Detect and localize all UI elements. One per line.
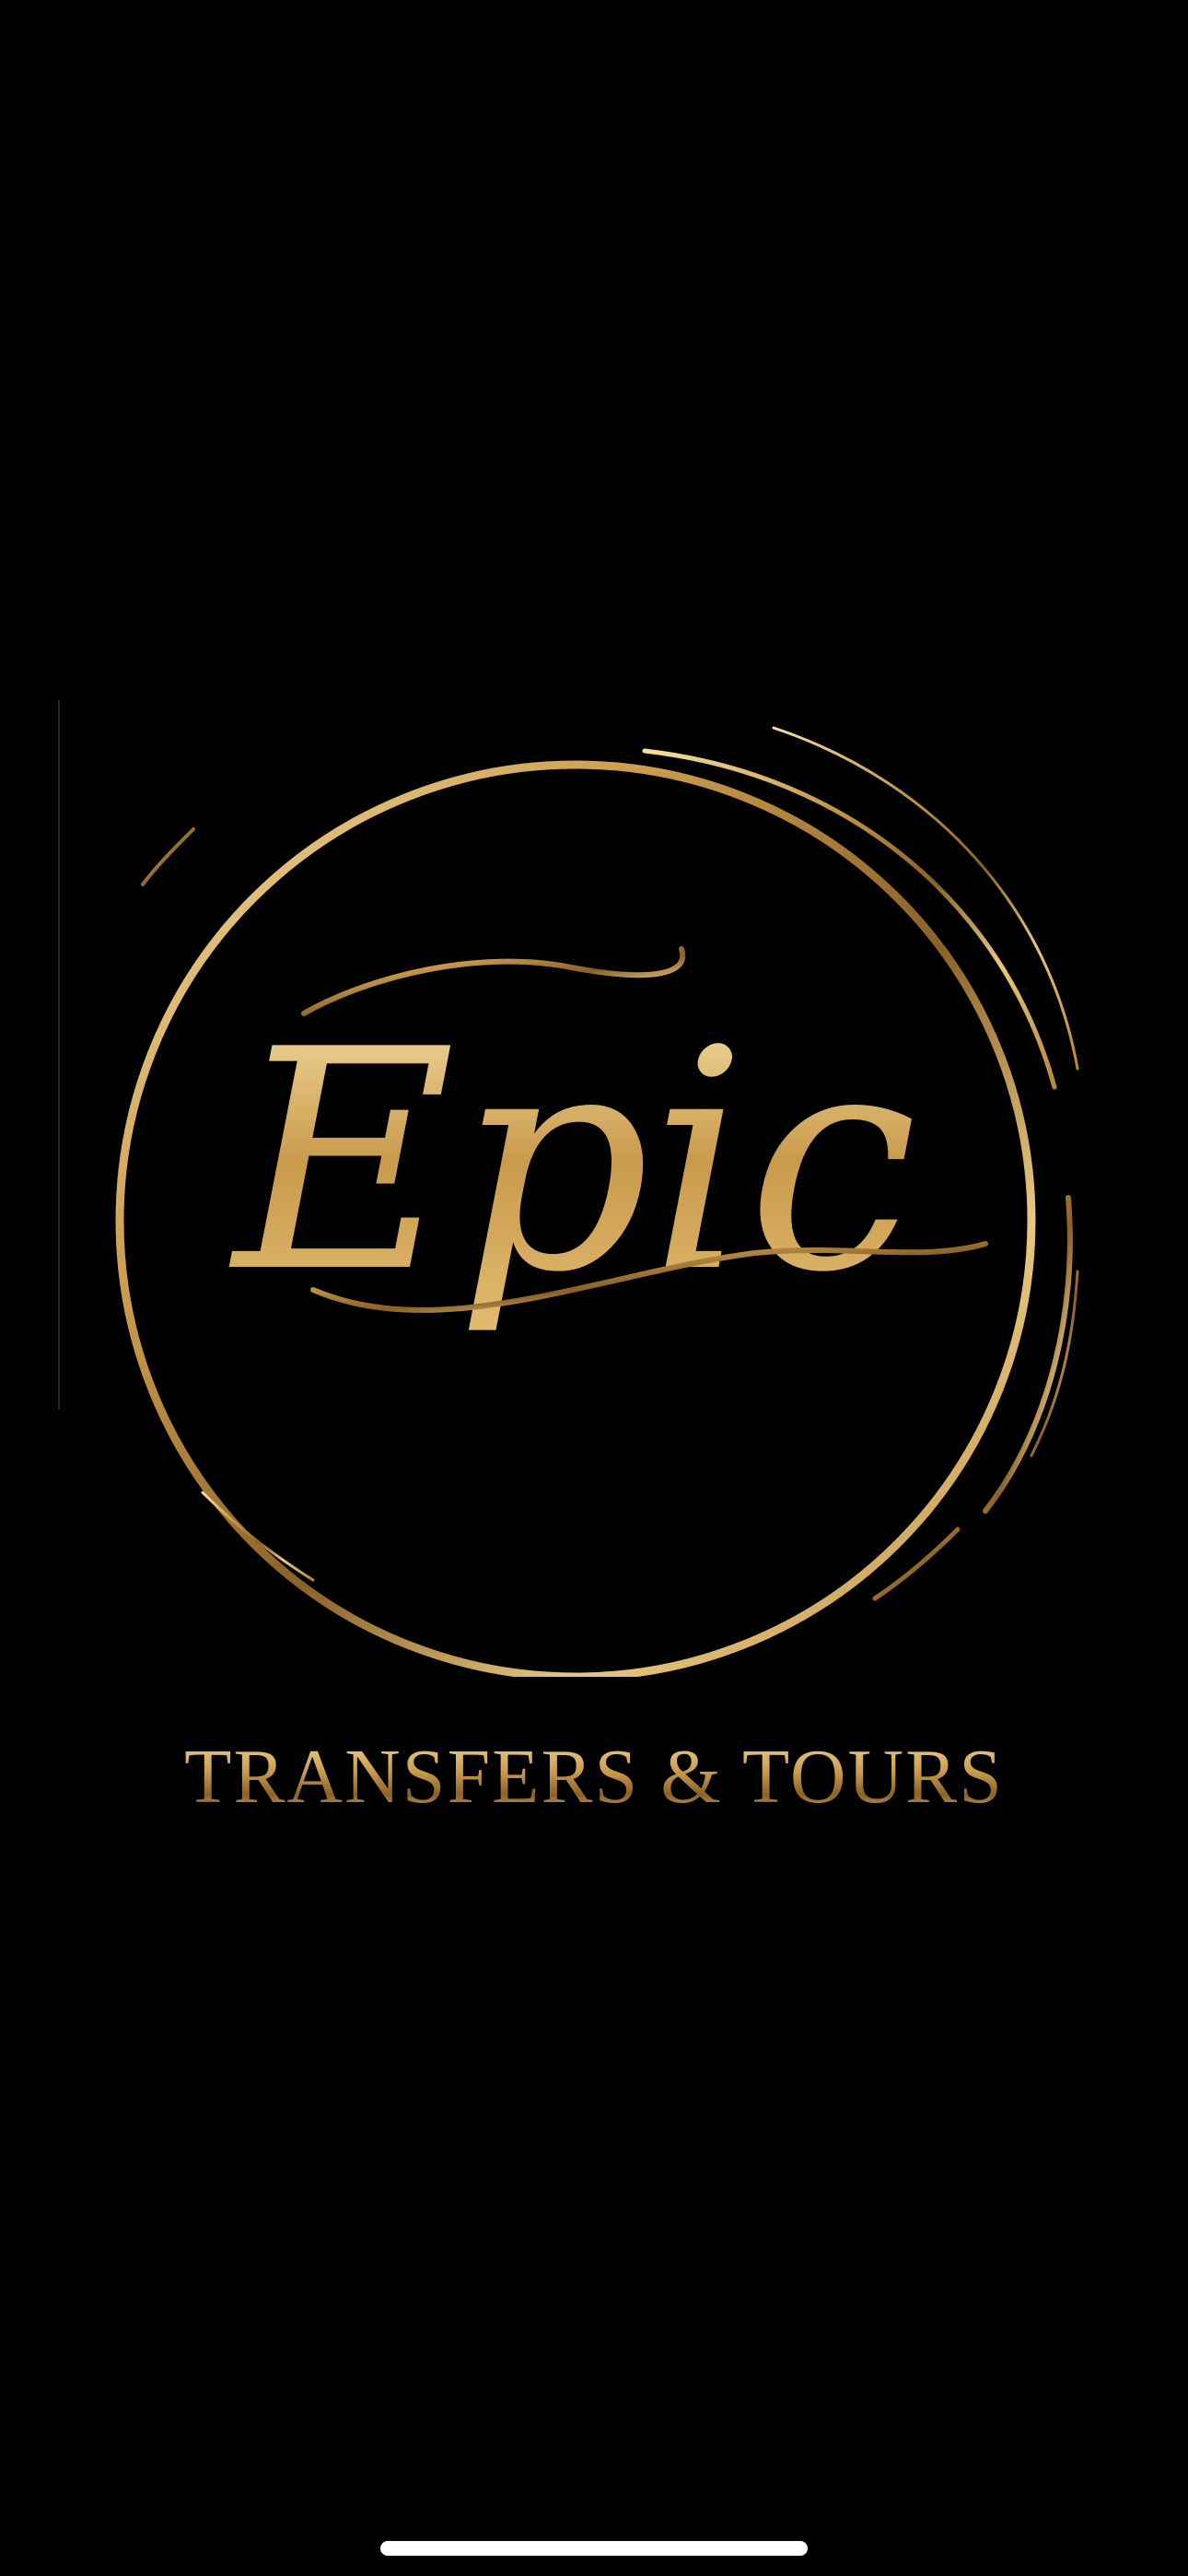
circle-brush-logo-icon: Epic xyxy=(58,700,1079,1677)
brand-name-text: Epic xyxy=(229,985,918,1339)
tagline: TRANSFERS & TOURS xyxy=(0,1732,1188,1821)
splash-screen: Epic TRANSFERS & TOURS xyxy=(0,0,1188,2576)
brand-logo: Epic xyxy=(55,700,1133,1677)
home-indicator-bar-icon[interactable] xyxy=(380,2541,808,2556)
